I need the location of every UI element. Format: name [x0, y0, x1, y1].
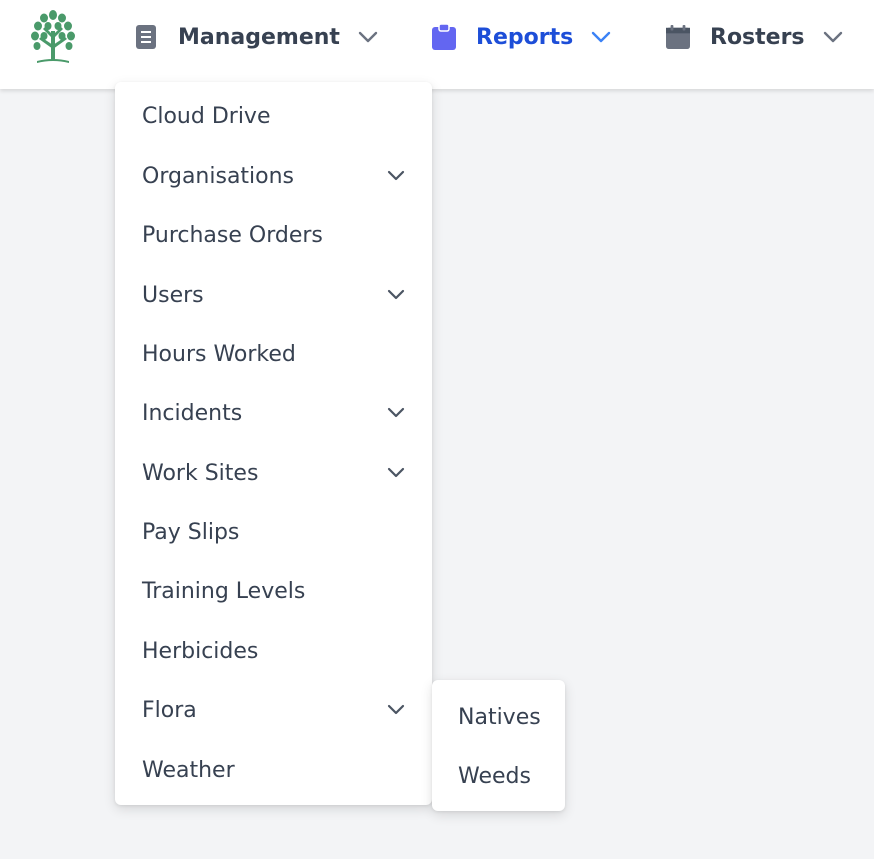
- submenu-item-label: Natives: [458, 704, 541, 730]
- menu-item-weather[interactable]: Weather: [115, 750, 432, 790]
- top-navigation-bar: Management Reports Rosters: [0, 0, 874, 89]
- chevron-down-icon: [591, 30, 611, 44]
- menu-item-users[interactable]: Users: [115, 275, 432, 315]
- menu-item-label: Organisations: [142, 163, 295, 189]
- menu-item-herbicides[interactable]: Herbicides: [115, 631, 432, 671]
- nav-reports-label: Reports: [476, 24, 574, 50]
- menu-item-organisations[interactable]: Organisations: [115, 156, 432, 196]
- nav-rosters[interactable]: Rosters: [666, 20, 843, 54]
- submenu-item-label: Weeds: [458, 763, 531, 789]
- menu-item-label: Purchase Orders: [142, 222, 323, 248]
- menu-item-cloud-drive[interactable]: Cloud Drive: [115, 96, 432, 136]
- chevron-down-icon: [387, 467, 405, 478]
- menu-item-label: Cloud Drive: [142, 103, 271, 129]
- menu-item-work-sites[interactable]: Work Sites: [115, 453, 432, 493]
- menu-item-label: Weather: [142, 757, 235, 783]
- chevron-down-icon: [387, 289, 405, 300]
- menu-item-pay-slips[interactable]: Pay Slips: [115, 512, 432, 552]
- document-icon: [134, 24, 158, 50]
- calendar-icon: [666, 24, 690, 50]
- menu-item-label: Training Levels: [142, 578, 306, 604]
- menu-item-purchase-orders[interactable]: Purchase Orders: [115, 215, 432, 255]
- tree-logo-icon[interactable]: [29, 9, 77, 65]
- clipboard-icon: [432, 24, 456, 50]
- menu-item-label: Users: [142, 282, 204, 308]
- chevron-down-icon: [387, 407, 405, 418]
- chevron-down-icon: [358, 30, 378, 44]
- nav-reports[interactable]: Reports: [432, 20, 611, 54]
- nav-rosters-label: Rosters: [710, 24, 805, 50]
- management-dropdown-menu: Cloud Drive Organisations Purchase Order…: [115, 82, 432, 805]
- submenu-item-weeds[interactable]: Weeds: [432, 756, 565, 796]
- menu-item-incidents[interactable]: Incidents: [115, 393, 432, 433]
- chevron-down-icon: [823, 30, 843, 44]
- menu-item-label: Hours Worked: [142, 341, 296, 367]
- nav-management[interactable]: Management: [134, 20, 378, 54]
- menu-item-hours-worked[interactable]: Hours Worked: [115, 334, 432, 374]
- menu-item-training-levels[interactable]: Training Levels: [115, 571, 432, 611]
- chevron-down-icon: [387, 704, 405, 715]
- menu-item-label: Incidents: [142, 400, 243, 426]
- submenu-item-natives[interactable]: Natives: [432, 697, 565, 737]
- menu-item-label: Flora: [142, 697, 197, 723]
- nav-management-label: Management: [178, 24, 340, 50]
- chevron-down-icon: [387, 170, 405, 181]
- menu-item-label: Work Sites: [142, 460, 259, 486]
- menu-item-flora[interactable]: Flora: [115, 690, 432, 730]
- flora-submenu: Natives Weeds: [432, 680, 565, 811]
- menu-item-label: Pay Slips: [142, 519, 240, 545]
- menu-item-label: Herbicides: [142, 638, 259, 664]
